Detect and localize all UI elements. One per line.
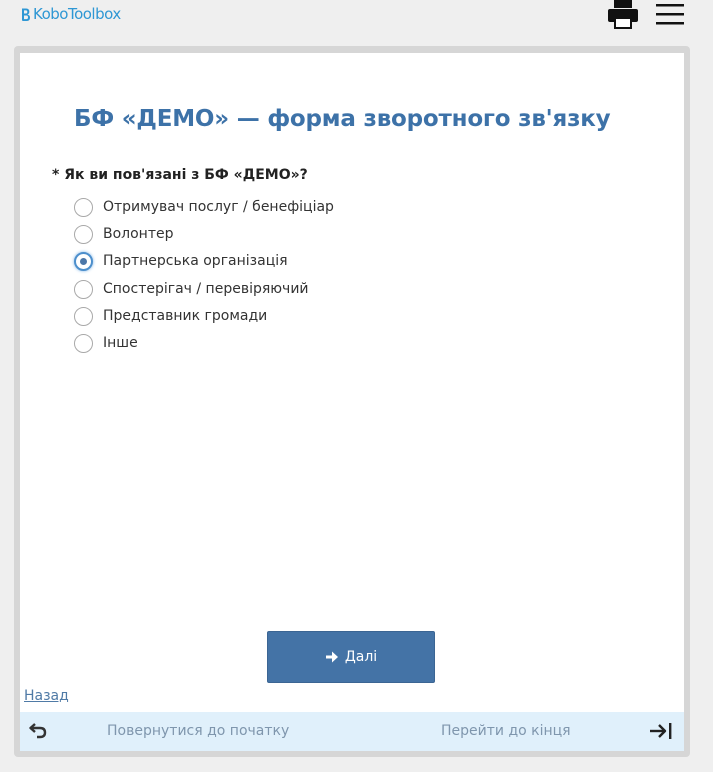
radio-button[interactable] xyxy=(74,224,93,244)
radio-option-label: Спостерігач / перевіряючий xyxy=(103,281,309,297)
go-to-end-icon[interactable] xyxy=(649,722,673,740)
hamburger-menu-icon[interactable] xyxy=(656,3,684,25)
radio-option-partner-organization[interactable]: Партнерська організація xyxy=(74,250,288,272)
return-to-beginning-link[interactable]: Повернутися до початку xyxy=(107,723,289,739)
back-link[interactable]: Назад xyxy=(24,688,69,704)
top-bar: Kobo Toolbox xyxy=(0,0,713,44)
radio-button[interactable] xyxy=(74,333,93,353)
kobotoolbox-logo: Kobo Toolbox xyxy=(20,5,121,23)
question-label: * Як ви пов'язані з БФ «ДЕМО»? xyxy=(52,167,308,183)
logo-text-kobo: Kobo xyxy=(33,5,68,23)
radio-button[interactable] xyxy=(74,197,93,217)
radio-option-label: Партнерська організація xyxy=(103,253,288,269)
radio-button[interactable] xyxy=(74,279,93,299)
logo-text-toolbox: Toolbox xyxy=(67,5,121,23)
printer-icon[interactable] xyxy=(606,0,640,30)
arrow-right-icon xyxy=(325,651,338,663)
radio-option-label: Інше xyxy=(103,335,138,351)
radio-option-volunteer[interactable]: Волонтер xyxy=(74,223,174,245)
next-button[interactable]: Далі xyxy=(267,631,435,683)
return-to-start-icon[interactable] xyxy=(29,722,47,740)
go-to-end-link[interactable]: Перейти до кінця xyxy=(441,723,571,739)
kobo-logo-icon xyxy=(22,8,30,21)
radio-option-other[interactable]: Інше xyxy=(74,332,138,354)
radio-option-label: Представник громади xyxy=(103,308,268,324)
radio-option-label: Волонтер xyxy=(103,226,174,242)
next-button-label: Далі xyxy=(344,649,378,665)
radio-option-community-representative[interactable]: Представник громади xyxy=(74,305,267,327)
radio-option-observer[interactable]: Спостерігач / перевіряючий xyxy=(74,278,309,300)
radio-option-label: Отримувач послуг / бенефіціар xyxy=(103,199,334,215)
radio-button[interactable] xyxy=(74,306,93,326)
form-title: БФ «ДЕМО» — форма зворотного зв'язку xyxy=(74,106,611,132)
radio-option-beneficiary[interactable]: Отримувач послуг / бенефіціар xyxy=(74,196,334,218)
radio-button-selected[interactable] xyxy=(74,251,93,271)
